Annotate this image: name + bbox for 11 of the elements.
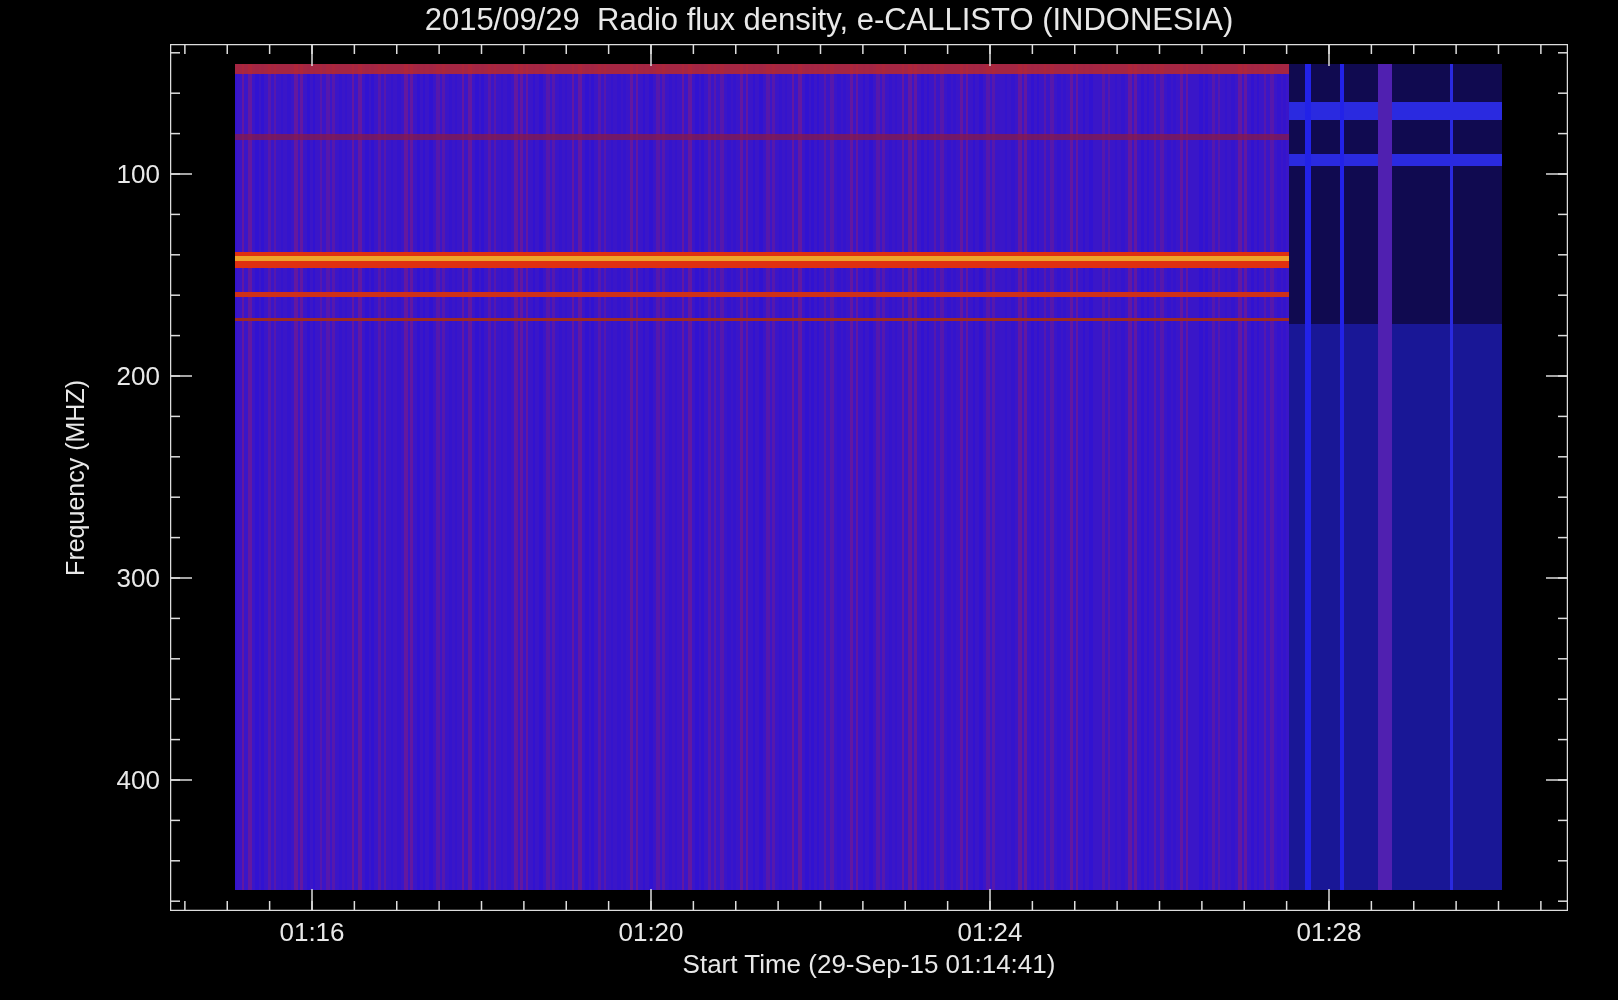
y-tick-label: 300 bbox=[116, 562, 160, 594]
y-tick-label: 100 bbox=[116, 158, 160, 190]
y-tick-label: 400 bbox=[116, 764, 160, 796]
x-tick-label: 01:16 bbox=[279, 917, 345, 948]
chart-title: 2015/09/29 Radio flux density, e-CALLISTO (INDONESIA) bbox=[423, 1, 1235, 39]
x-tick-label: 01:28 bbox=[1296, 917, 1362, 948]
y-tick-label: 200 bbox=[116, 360, 160, 392]
x-axis-label: Start Time (29-Sep-15 01:14:41) bbox=[682, 949, 1056, 980]
y-axis-label: Frequency (MHZ) bbox=[60, 379, 90, 576]
x-tick-label: 01:20 bbox=[618, 917, 684, 948]
x-tick-label: 01:24 bbox=[957, 917, 1023, 948]
